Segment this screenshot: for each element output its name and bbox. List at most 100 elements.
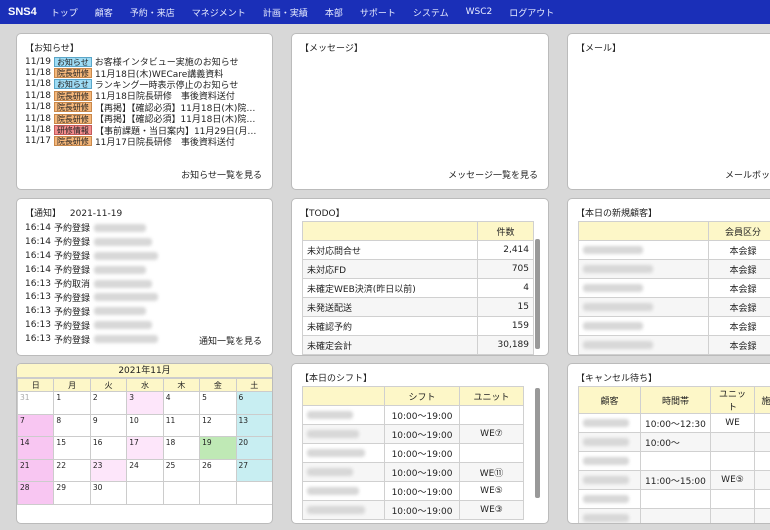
alert-customer-redacted (93, 223, 146, 232)
cancel-wait-row[interactable] (578, 508, 770, 523)
app-logo[interactable]: SNS4 (8, 6, 37, 18)
calendar-weekday: 木 (162, 378, 201, 392)
new-customer-row[interactable]: 本会録 (578, 259, 770, 279)
calendar-day[interactable]: 24 (126, 458, 164, 482)
new-customer-row[interactable]: 本会録 (578, 297, 770, 317)
calendar-day[interactable]: 14 (17, 436, 55, 460)
nav-item-top[interactable]: トップ (51, 6, 78, 19)
new-customer-row[interactable]: 本会録 (578, 316, 770, 336)
calendar-day[interactable]: 26 (199, 458, 237, 482)
alert-item[interactable]: 16:14 予約登録 (25, 235, 265, 249)
calendar-day[interactable]: 9 (89, 413, 128, 437)
calendar-day[interactable]: 4 (162, 391, 201, 415)
nav-item-customer[interactable]: 顧客 (95, 6, 113, 19)
shift-staff-redacted (307, 505, 365, 514)
calendar-weekday: 水 (126, 378, 164, 392)
alert-item[interactable]: 16:14 予約登録 (25, 221, 265, 235)
alert-item[interactable]: 16:13 予約取消 (25, 277, 265, 291)
calendar-day[interactable]: 25 (162, 458, 201, 482)
mail-more-link[interactable]: メールボッ (725, 168, 770, 181)
shift-row[interactable]: 10:00～19:00 WE⑤ (302, 481, 524, 501)
calendar-week: 31 1 2 3 4 5 6 (17, 391, 272, 415)
calendar-day[interactable]: 16 (89, 436, 128, 460)
calendar-day[interactable]: 23 (89, 458, 128, 482)
todo-row[interactable]: 未確認予約 159 (302, 316, 534, 336)
cancel-wait-row[interactable] (578, 489, 770, 509)
new-customer-row[interactable]: 本会録 (578, 240, 770, 260)
todo-scrollbar[interactable] (535, 239, 540, 349)
calendar-day[interactable]: 22 (53, 458, 91, 482)
calendar-day[interactable]: 20 (235, 436, 272, 460)
todo-row[interactable]: 未確定WEB決済(昨日以前) 4 (302, 278, 534, 298)
calendar-day[interactable]: 12 (199, 413, 237, 437)
alert-type: 予約登録 (53, 307, 90, 318)
alert-item[interactable]: 16:14 予約登録 (25, 249, 265, 263)
nav-item-wsc2[interactable]: WSC2 (466, 7, 493, 17)
cancel-wait-row[interactable]: 11:00～15:00 WE⑤ (578, 470, 770, 490)
new-customers-header-name (578, 221, 709, 241)
notice-date: 11/18 (25, 90, 51, 101)
calendar-day[interactable]: 1 (53, 391, 91, 415)
calendar-day[interactable]: 18 (162, 436, 201, 460)
shift-row[interactable]: 10:00～19:00 WE⑦ (302, 424, 524, 444)
calendar-day[interactable]: 13 (235, 413, 272, 437)
alert-time: 16:14 (25, 250, 51, 261)
notice-list: 11/19 お知らせ お客様インタビュー実施のお知らせ 11/18 院長研修 11月18日… (25, 56, 272, 148)
todo-row[interactable]: 未対応FD 705 (302, 259, 534, 279)
calendar-day[interactable]: 7 (17, 413, 55, 437)
notice-category-badge: 院長研修 (53, 102, 92, 113)
calendar-day[interactable]: 19 (199, 436, 237, 460)
nav-item-plan-results[interactable]: 計画・実績 (263, 6, 308, 19)
shift-row[interactable]: 10:00～19:00 (302, 405, 524, 425)
calendar-day[interactable]: 6 (235, 391, 272, 415)
alerts-more-link[interactable]: 通知一覧を見る (199, 334, 262, 347)
new-customer-class: 本会録 (708, 240, 770, 260)
new-customer-row[interactable]: 本会録 (578, 278, 770, 298)
todo-count: 30,189 (477, 335, 534, 355)
shift-row[interactable]: 10:00～19:00 (302, 443, 524, 463)
alert-item[interactable]: 16:13 予約登録 (25, 290, 265, 304)
todo-row[interactable]: 未対応問合せ 2,414 (302, 240, 534, 260)
calendar-day[interactable]: 21 (17, 458, 55, 482)
calendar-day[interactable]: 8 (53, 413, 91, 437)
calendar-day[interactable]: 10 (126, 413, 164, 437)
shift-scrollbar[interactable] (535, 388, 540, 498)
shift-row[interactable]: 10:00～19:00 WE③ (302, 500, 524, 520)
calendar-day[interactable]: 11 (162, 413, 201, 437)
alert-item[interactable]: 16:13 予約登録 (25, 304, 265, 318)
new-customer-class: 本会録 (708, 297, 770, 317)
nav-item-management[interactable]: マネジメント (192, 6, 246, 19)
todo-row[interactable]: 未発送配送 15 (302, 297, 534, 317)
nav-item-support[interactable]: サポート (360, 6, 396, 19)
new-customer-row[interactable]: 本会録 (578, 335, 770, 355)
notice-more-link[interactable]: お知らせ一覧を見る (181, 168, 262, 181)
cancel-wait-row[interactable]: 10:00～12:30 WE (578, 413, 770, 433)
calendar-day[interactable]: 31 (17, 391, 55, 415)
calendar-day[interactable]: 15 (53, 436, 91, 460)
cancel-wait-row[interactable]: 10:00～ (578, 432, 770, 452)
alert-time: 16:13 (25, 334, 51, 345)
shift-row[interactable]: 10:00～19:00 WE⑪ (302, 462, 524, 482)
alert-item[interactable]: 16:13 予約登録 (25, 318, 265, 332)
alert-type: 予約登録 (53, 321, 90, 332)
cancel-customer-cell (578, 489, 641, 509)
notice-item[interactable]: 11/17 院長研修 11月17日院長研修 事後資料送付 (25, 136, 272, 148)
calendar-day[interactable]: 28 (17, 481, 55, 505)
calendar-day[interactable]: 30 (89, 481, 128, 505)
calendar-day[interactable]: 27 (235, 458, 272, 482)
nav-item-system[interactable]: システム (413, 6, 449, 19)
calendar-day[interactable]: 29 (53, 481, 91, 505)
todo-label: 未発送配送 (302, 297, 478, 317)
calendar-day[interactable]: 17 (126, 436, 164, 460)
todo-row[interactable]: 未確定会計 30,189 (302, 335, 534, 355)
calendar-day[interactable]: 3 (126, 391, 164, 415)
nav-item-reservation[interactable]: 予約・来店 (130, 6, 175, 19)
calendar-day[interactable]: 5 (199, 391, 237, 415)
alert-item[interactable]: 16:14 予約登録 (25, 263, 265, 277)
message-more-link[interactable]: メッセージ一覧を見る (448, 168, 538, 181)
calendar-day[interactable]: 2 (89, 391, 128, 415)
nav-item-headquarters[interactable]: 本部 (325, 6, 343, 19)
cancel-wait-row[interactable] (578, 451, 770, 471)
nav-item-logout[interactable]: ログアウト (509, 6, 554, 19)
cancel-unit: WE (710, 413, 755, 433)
